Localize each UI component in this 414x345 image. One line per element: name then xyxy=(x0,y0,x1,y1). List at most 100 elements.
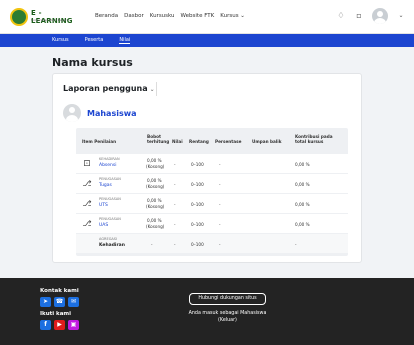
cell-grade: - xyxy=(174,242,176,247)
course-tabs-bar: Kursus Peserta Nilai xyxy=(0,34,414,47)
header-weight: Bobot terhitung xyxy=(147,134,170,144)
item-link[interactable]: Absensi xyxy=(99,163,117,168)
primary-nav: Beranda Dasbor Kursusku Website FTK Kurs… xyxy=(95,13,245,19)
assignment-icon: ⎇ xyxy=(82,199,92,208)
divider xyxy=(156,82,157,96)
message-icon[interactable]: ▫ xyxy=(354,11,364,21)
cell-percent: - xyxy=(219,182,221,187)
location-icon[interactable]: ➤ xyxy=(40,297,51,307)
site-footer: Kontak kami ➤ ☎ ✉ Ikuti kami f ▶ ▣ Hubun… xyxy=(0,278,414,345)
grade-report-card: Laporan pengguna ⌄ Mahasiswa Item Penilai… xyxy=(52,73,362,263)
report-type-dropdown[interactable]: Laporan pengguna ⌄ xyxy=(63,84,155,93)
header-feedback: Umpan balik xyxy=(252,139,282,144)
chevron-down-icon[interactable]: ⌄ xyxy=(396,11,406,21)
page-title: Nama kursus xyxy=(52,56,133,69)
logo-title: E - LEARNING xyxy=(31,9,73,25)
cell-contribution: 0,00 % xyxy=(295,202,310,207)
cell-grade: - xyxy=(174,162,176,167)
cell-range: 0–100 xyxy=(191,242,204,247)
cell-weight: 0,00 % xyxy=(147,158,162,163)
bell-icon[interactable]: ♢ xyxy=(336,11,346,21)
assignment-icon: ⎇ xyxy=(82,219,92,228)
cell-range: 0–100 xyxy=(191,182,204,187)
instagram-icon[interactable]: ▣ xyxy=(68,320,79,330)
table-row: ⎇ PENUGASAN Tugas 0,00 % (Kosong) - 0–10… xyxy=(76,174,348,194)
cell-percent: - xyxy=(219,202,221,207)
phone-icon[interactable]: ☎ xyxy=(54,297,65,307)
cell-range: 0–100 xyxy=(191,222,204,227)
cell-weight-note: (Kosong) xyxy=(146,184,165,189)
cell-contribution: 0,00 % xyxy=(295,162,310,167)
cell-contribution: 0,00 % xyxy=(295,222,310,227)
cell-percent: - xyxy=(219,242,221,247)
chevron-down-icon: ⌄ xyxy=(149,86,155,93)
logo-subtitle: Universitas Islam Negeri... xyxy=(31,18,71,22)
contact-icons: ➤ ☎ ✉ xyxy=(40,297,79,307)
logo-badge-icon xyxy=(10,8,28,26)
cell-weight: 0,00 % xyxy=(147,178,162,183)
contact-label: Kontak kami xyxy=(40,288,79,294)
site-logo[interactable]: E - LEARNING Universitas Islam Negeri... xyxy=(10,8,80,26)
assignment-icon: ⎇ xyxy=(82,179,92,188)
cell-contribution: 0,00 % xyxy=(295,182,310,187)
item-type: PENUGASAN xyxy=(99,217,121,221)
cell-weight-note: (Kosong) xyxy=(146,204,165,209)
logout-link[interactable]: (Keluar) xyxy=(170,317,285,324)
cell-range: 0–100 xyxy=(191,202,204,207)
header-range: Rentang xyxy=(189,139,209,144)
item-link[interactable]: UTS xyxy=(99,203,108,208)
cell-grade: - xyxy=(174,222,176,227)
cell-percent: - xyxy=(219,222,221,227)
logged-in-text: Anda masuk sebagai Mahasiswa xyxy=(188,311,267,316)
user-avatar[interactable] xyxy=(372,8,388,24)
follow-label: Ikuti kami xyxy=(40,311,72,317)
nav-item-kursus[interactable]: Kursus ⌄ xyxy=(220,13,245,19)
header-percent: Persentase xyxy=(215,139,242,144)
contact-support-button[interactable]: Hubungi dukungan situs xyxy=(189,293,266,305)
table-row-aggregate: AGREGASI Kehadiran - - 0–100 - - xyxy=(76,234,348,254)
cell-grade: - xyxy=(174,202,176,207)
user-avatar-icon xyxy=(63,104,81,122)
grade-table: Item Penilaian Bobot terhitung Nilai Ren… xyxy=(76,128,348,256)
grade-table-header: Item Penilaian Bobot terhitung Nilai Ren… xyxy=(76,128,348,154)
item-type: AGREGASI xyxy=(99,237,118,241)
nav-item-website-ftk[interactable]: Website FTK xyxy=(181,13,215,19)
tab-kursus[interactable]: Kursus xyxy=(52,37,69,44)
cell-weight-note: (Kosong) xyxy=(146,164,165,169)
item-link[interactable]: UAS xyxy=(99,223,108,228)
header-grade: Nilai xyxy=(172,139,183,144)
tab-nilai[interactable]: Nilai xyxy=(119,37,131,44)
login-info: Anda masuk sebagai Mahasiswa (Keluar) xyxy=(170,310,285,324)
table-row: ⎇ PENUGASAN UTS 0,00 % (Kosong) - 0–100 … xyxy=(76,194,348,214)
social-icons: f ▶ ▣ xyxy=(40,320,79,330)
table-row: ⚀ KEHADIRAN Absensi 0,00 % (Kosong) - 0–… xyxy=(76,154,348,174)
tab-peserta[interactable]: Peserta xyxy=(85,37,104,44)
user-toolbar: ♢ ▫ ⌄ xyxy=(336,8,406,24)
item-name: Kehadiran xyxy=(99,243,125,248)
cell-grade: - xyxy=(174,182,176,187)
header-contribution: Kontribusi pada total kursus xyxy=(295,134,333,144)
item-type: PENUGASAN xyxy=(99,197,121,201)
facebook-icon[interactable]: f xyxy=(40,320,51,330)
item-type: KEHADIRAN xyxy=(99,157,120,161)
nav-item-dasbor[interactable]: Dasbor xyxy=(124,13,144,19)
youtube-icon[interactable]: ▶ xyxy=(54,320,65,330)
cell-weight: - xyxy=(151,242,153,247)
header-item: Item Penilaian xyxy=(82,139,117,144)
cell-weight: 0,00 % xyxy=(147,198,162,203)
cell-weight: 0,00 % xyxy=(147,218,162,223)
table-row: ⎇ PENUGASAN UAS 0,00 % (Kosong) - 0–100 … xyxy=(76,214,348,234)
cell-contribution: - xyxy=(295,242,297,247)
item-link[interactable]: Tugas xyxy=(99,183,112,188)
report-type-label: Laporan pengguna xyxy=(63,84,148,93)
cell-range: 0–100 xyxy=(191,162,204,167)
attendance-icon: ⚀ xyxy=(83,159,91,168)
user-name[interactable]: Mahasiswa xyxy=(87,109,137,118)
user-header: Mahasiswa xyxy=(63,104,137,122)
top-navbar: E - LEARNING Universitas Islam Negeri...… xyxy=(0,0,414,34)
email-icon[interactable]: ✉ xyxy=(68,297,79,307)
nav-item-kursusku[interactable]: Kursusku xyxy=(150,13,175,19)
cell-weight-note: (Kosong) xyxy=(146,224,165,229)
nav-item-beranda[interactable]: Beranda xyxy=(95,13,118,19)
cell-percent: - xyxy=(219,162,221,167)
